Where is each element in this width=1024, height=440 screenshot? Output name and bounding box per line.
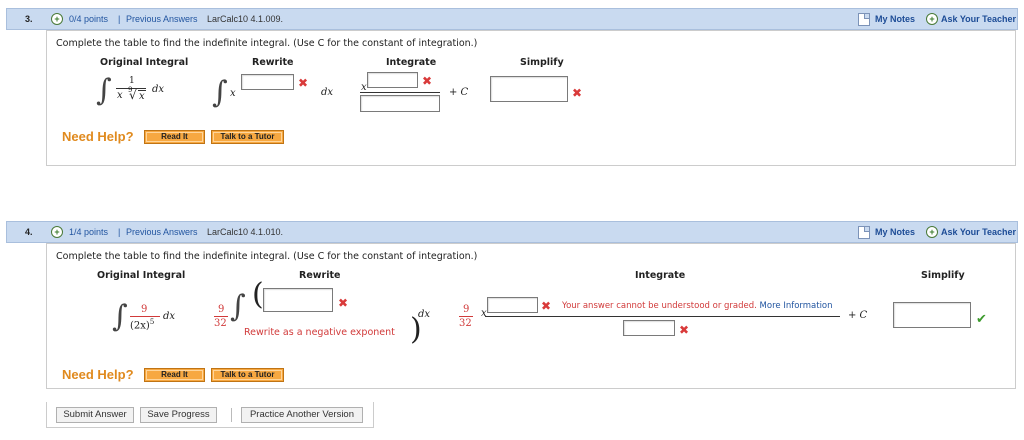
col-header-original: Original Integral — [97, 270, 186, 281]
integral-sign: ∫ — [212, 75, 228, 110]
denominator-x: x — [117, 90, 123, 101]
denominator-exponent: 5 — [149, 318, 155, 326]
expand-points-icon[interactable]: + — [51, 13, 63, 25]
rewrite-input[interactable] — [263, 288, 333, 312]
incorrect-icon: ✖ — [298, 76, 309, 90]
incorrect-icon: ✖ — [572, 86, 583, 100]
incorrect-icon: ✖ — [338, 296, 349, 310]
coefficient-bar — [214, 316, 228, 317]
my-notes-link[interactable]: My Notes — [875, 227, 915, 237]
integral-sign: ∫ — [230, 289, 246, 324]
fraction-numerator: 1 — [129, 76, 135, 86]
talk-to-tutor-button[interactable]: Talk to a Tutor — [211, 368, 284, 382]
question-3-header: 3. + 0/4 points | Previous Answers LarCa… — [6, 8, 1018, 30]
simplify-input[interactable] — [490, 76, 568, 102]
submit-answer-button[interactable]: Submit Answer — [56, 407, 134, 423]
question-number: 4. — [25, 227, 33, 237]
correct-check-icon: ✔ — [976, 312, 987, 327]
ask-teacher-link[interactable]: Ask Your Teacher — [941, 14, 1016, 24]
dx-label: dx — [163, 311, 176, 322]
ask-teacher-icon[interactable]: + — [926, 226, 938, 238]
question-number: 3. — [25, 14, 33, 24]
question-4-header: 4. + 1/4 points | Previous Answers LarCa… — [6, 221, 1018, 243]
fraction-numerator: 9 — [141, 304, 148, 315]
coefficient-numerator: 9 — [463, 304, 470, 315]
expand-points-icon[interactable]: + — [51, 226, 63, 238]
dx-label: dx — [321, 87, 334, 98]
col-header-integrate: Integrate — [386, 57, 437, 68]
more-information-link[interactable]: More Information — [760, 301, 833, 311]
incorrect-icon: ✖ — [679, 323, 690, 337]
read-it-button[interactable]: Read It — [144, 130, 205, 144]
radical-sign: √ — [129, 88, 137, 102]
col-header-rewrite: Rewrite — [252, 57, 294, 68]
header-separator: | — [118, 14, 121, 24]
fraction-denominator: (2x)5 — [130, 318, 154, 331]
dx-label: dx — [418, 309, 431, 320]
previous-answers-link[interactable]: Previous Answers — [126, 227, 198, 237]
plus-c: + C — [848, 310, 868, 321]
previous-answers-link[interactable]: Previous Answers — [126, 14, 198, 24]
need-help-label: Need Help? — [62, 129, 134, 144]
integrate-denominator-input[interactable] — [360, 95, 440, 112]
col-header-integrate: Integrate — [635, 270, 686, 281]
col-header-rewrite: Rewrite — [299, 270, 341, 281]
integrate-base-x: x — [481, 308, 487, 319]
fraction-bar — [130, 316, 160, 317]
incorrect-icon: ✖ — [541, 299, 552, 313]
read-it-button[interactable]: Read It — [144, 368, 205, 382]
rewrite-exponent-input[interactable] — [241, 74, 294, 90]
fraction-bar — [485, 316, 840, 317]
dx-label: dx — [152, 84, 165, 95]
incorrect-icon: ✖ — [422, 74, 433, 88]
points-label: 0/4 points — [69, 14, 109, 24]
col-header-simplify: Simplify — [921, 270, 965, 281]
points-label: 1/4 points — [69, 227, 109, 237]
integrate-exponent-input[interactable] — [367, 72, 418, 88]
error-text: Your answer cannot be understood or grad… — [562, 301, 757, 311]
coefficient-numerator: 9 — [218, 304, 225, 315]
plus-c: + C — [449, 87, 469, 98]
integrate-exponent-input[interactable] — [487, 297, 538, 313]
header-separator: | — [118, 227, 121, 237]
talk-to-tutor-button[interactable]: Talk to a Tutor — [211, 130, 284, 144]
denominator-base: (2x) — [130, 320, 150, 332]
instruction-text: Complete the table to find the indefinit… — [56, 38, 478, 49]
need-help-label: Need Help? — [62, 367, 134, 382]
question-reference: LarCalc10 4.1.010. — [207, 227, 284, 237]
rewrite-hint: Rewrite as a negative exponent — [244, 327, 395, 338]
coefficient-denominator: 32 — [214, 318, 227, 329]
footer-divider — [231, 408, 232, 422]
save-progress-button[interactable]: Save Progress — [140, 407, 217, 423]
my-notes-link[interactable]: My Notes — [875, 14, 915, 24]
coefficient-bar — [459, 316, 473, 317]
notes-icon[interactable] — [858, 13, 870, 26]
integral-sign: ∫ — [112, 299, 128, 334]
ask-teacher-link[interactable]: Ask Your Teacher — [941, 227, 1016, 237]
question-reference: LarCalc10 4.1.009. — [207, 14, 284, 24]
ask-teacher-icon[interactable]: + — [926, 13, 938, 25]
rewrite-base-x: x — [230, 88, 236, 99]
practice-another-version-button[interactable]: Practice Another Version — [241, 407, 363, 423]
coefficient-denominator: 32 — [459, 318, 472, 329]
open-paren: ( — [252, 277, 264, 312]
fraction-bar — [360, 92, 440, 93]
instruction-text: Complete the table to find the indefinit… — [56, 251, 478, 262]
simplify-input[interactable] — [893, 302, 971, 328]
col-header-original: Original Integral — [100, 57, 189, 68]
radicand-x: x — [138, 90, 146, 102]
col-header-simplify: Simplify — [520, 57, 564, 68]
integrate-denominator-input[interactable] — [623, 320, 675, 336]
error-message: Your answer cannot be understood or grad… — [562, 301, 833, 311]
integral-sign: ∫ — [96, 73, 112, 108]
notes-icon[interactable] — [858, 226, 870, 239]
